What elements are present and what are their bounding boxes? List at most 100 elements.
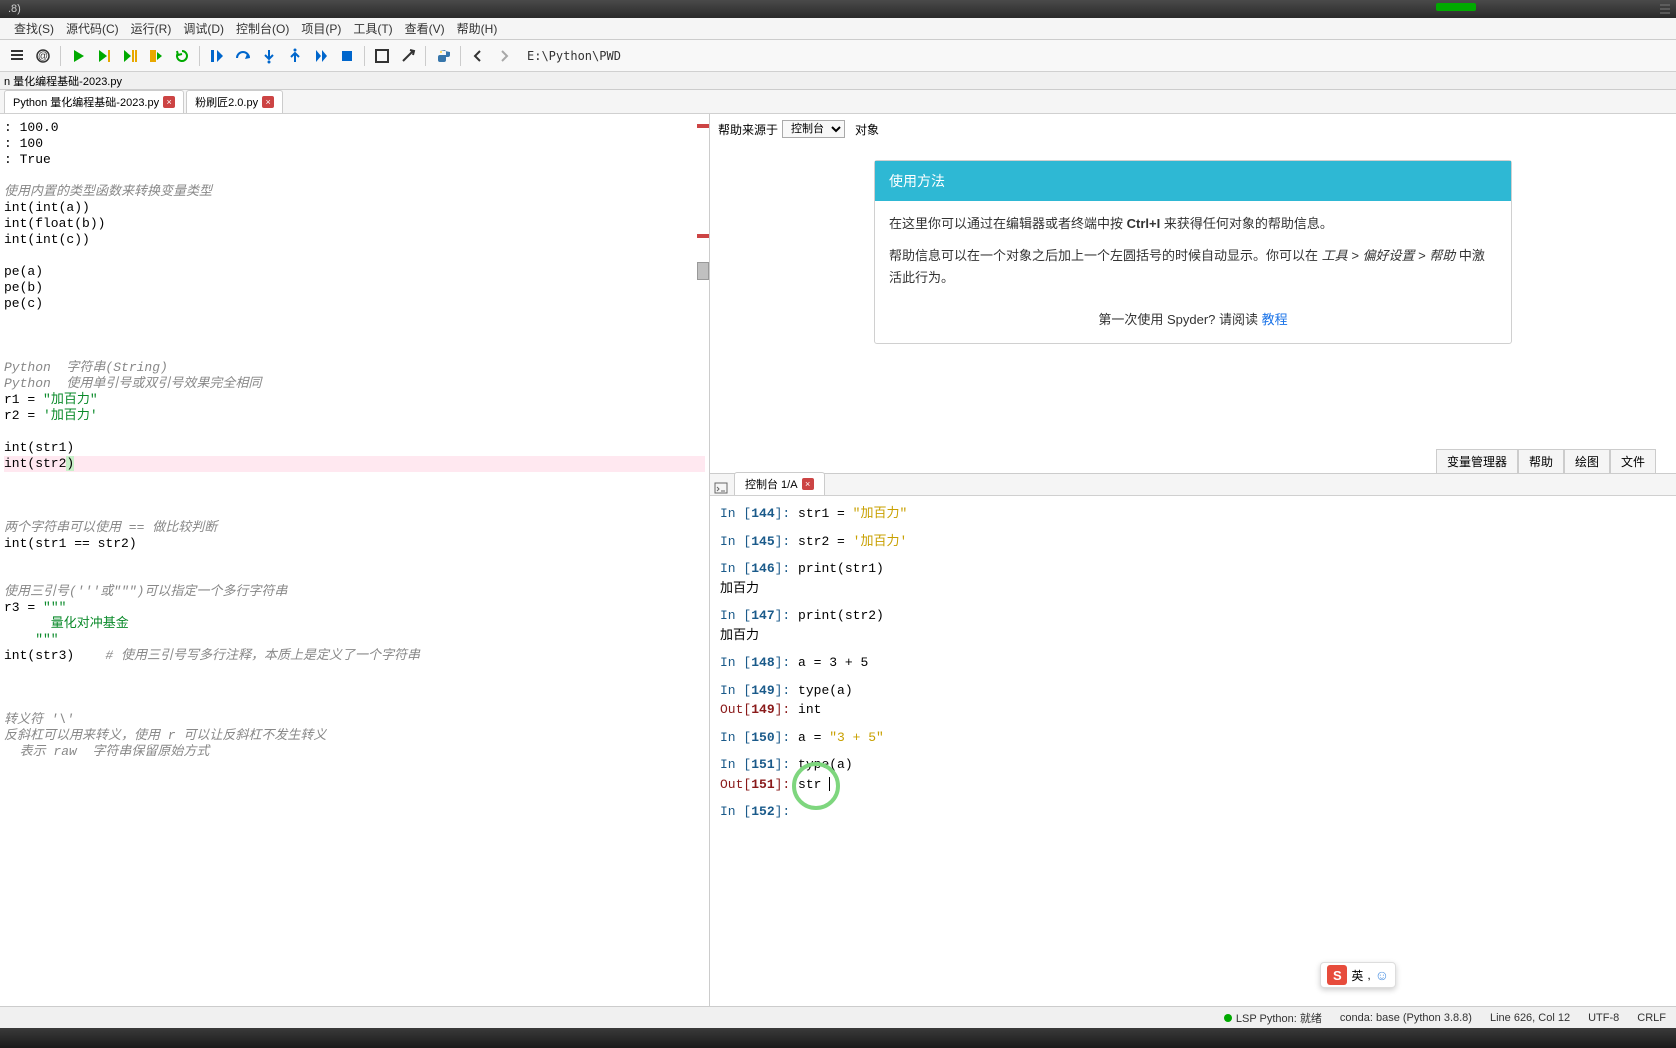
help-source-label: 帮助来源于 — [718, 121, 778, 138]
console-entry: In [151]: type(a) Out[151]: str — [720, 755, 1666, 794]
file-tab-label: 粉刷匠2.0.py — [195, 94, 258, 110]
help-pane-tabs: 变量管理器 帮助 绘图 文件 — [1436, 449, 1656, 473]
right-pane: 帮助来源于 控制台 对象 使用方法 在这里你可以通过在编辑器或者终端中按 Ctr… — [710, 114, 1676, 1030]
toolbar: @ E:\Python\PWD — [0, 40, 1676, 72]
debug-step-icon[interactable] — [206, 45, 228, 67]
menu-debug[interactable]: 调试(D) — [177, 18, 230, 39]
title-progress-indicator — [1436, 3, 1476, 11]
debug-step-into-icon[interactable] — [258, 45, 280, 67]
menubar: 查找(S) 源代码(C) 运行(R) 调试(D) 控制台(O) 项目(P) 工具… — [0, 18, 1676, 40]
settings-icon[interactable] — [397, 45, 419, 67]
python-icon[interactable] — [432, 45, 454, 67]
file-tab-2[interactable]: 粉刷匠2.0.py × — [186, 90, 283, 113]
toolbar-separator — [425, 46, 426, 66]
tab-help[interactable]: 帮助 — [1518, 449, 1564, 473]
run-icon[interactable] — [67, 45, 89, 67]
toolbar-separator — [460, 46, 461, 66]
menu-view[interactable]: 查看(V) — [399, 18, 451, 39]
menu-project[interactable]: 项目(P) — [295, 18, 347, 39]
debug-step-out-icon[interactable] — [284, 45, 306, 67]
code-line: 使用内置的类型函数来转换变量类型 — [4, 184, 705, 200]
console-entry: In [149]: type(a) Out[149]: int — [720, 681, 1666, 720]
code-line — [4, 488, 705, 504]
code-line: : 100 — [4, 136, 705, 152]
menu-find[interactable]: 查找(S) — [8, 18, 60, 39]
run-cell-icon[interactable] — [93, 45, 115, 67]
scroll-error-marker — [697, 124, 709, 128]
code-line — [4, 504, 705, 520]
console-tab-1[interactable]: 控制台 1/A × — [734, 472, 825, 495]
close-icon[interactable]: × — [163, 96, 175, 108]
code-line — [4, 248, 705, 264]
help-source-select[interactable]: 控制台 — [782, 120, 845, 138]
code-line: """ — [4, 632, 705, 648]
debug-continue-icon[interactable] — [310, 45, 332, 67]
menu-source[interactable]: 源代码(C) — [60, 18, 125, 39]
help-path: 工具 > 偏好设置 > 帮助 — [1322, 248, 1456, 263]
code-line: 两个字符串可以使用 == 做比较判断 — [4, 520, 705, 536]
file-tab-label: Python 量化编程基础-2023.py — [13, 94, 159, 110]
code-line: 量化对冲基金 — [4, 616, 705, 632]
code-line: pe(a) — [4, 264, 705, 280]
tab-plots[interactable]: 绘图 — [1564, 449, 1610, 473]
console-entry: In [145]: str2 = '加百力' — [720, 532, 1666, 552]
ime-sep: , — [1367, 968, 1370, 982]
restart-icon[interactable] — [171, 45, 193, 67]
tutorial-link[interactable]: 教程 — [1262, 312, 1288, 327]
console-tabs: 控制台 1/A × — [710, 474, 1676, 496]
close-icon[interactable]: × — [262, 96, 274, 108]
code-line: r2 = '加百力' — [4, 408, 705, 424]
menu-tools[interactable]: 工具(T) — [347, 18, 398, 39]
status-conda[interactable]: conda: base (Python 3.8.8) — [1340, 1012, 1472, 1024]
console-icon[interactable] — [714, 481, 728, 495]
run-selection-icon[interactable] — [145, 45, 167, 67]
ipython-console[interactable]: In [144]: str1 = "加百力" In [145]: str2 = '… — [710, 496, 1676, 1030]
help-text: 来获得任何对象的帮助信息。 — [1160, 216, 1333, 231]
menu-console[interactable]: 控制台(O) — [230, 18, 295, 39]
debug-step-over-icon[interactable] — [232, 45, 254, 67]
help-pane: 帮助来源于 控制台 对象 使用方法 在这里你可以通过在编辑器或者终端中按 Ctr… — [710, 114, 1676, 474]
console-entry: In [148]: a = 3 + 5 — [720, 653, 1666, 673]
run-cell-next-icon[interactable] — [119, 45, 141, 67]
main-split: : 100.0: 100: True使用内置的类型函数来转换变量类型int(in… — [0, 114, 1676, 1030]
title-text: .8) — [8, 3, 21, 15]
toolbar-list-icon[interactable] — [6, 45, 28, 67]
code-line: int(str1 == str2) — [4, 536, 705, 552]
code-line: int(int(c)) — [4, 232, 705, 248]
menu-help[interactable]: 帮助(H) — [451, 18, 504, 39]
code-line: int(int(a)) — [4, 200, 705, 216]
code-line: int(str3) # 使用三引号写多行注释，本质上是定义了一个字符串 — [4, 648, 705, 664]
menu-run[interactable]: 运行(R) — [125, 18, 178, 39]
console-entry: In [144]: str1 = "加百力" — [720, 504, 1666, 524]
help-card-title: 使用方法 — [875, 161, 1511, 201]
file-tab-1[interactable]: Python 量化编程基础-2023.py × — [4, 90, 184, 113]
toolbar-at-icon[interactable]: @ — [32, 45, 54, 67]
code-line: int(float(b)) — [4, 216, 705, 232]
toolbar-separator — [199, 46, 200, 66]
vertical-scroll-thumb[interactable] — [697, 262, 709, 280]
nav-forward-icon[interactable] — [493, 45, 515, 67]
code-editor[interactable]: : 100.0: 100: True使用内置的类型函数来转换变量类型int(in… — [0, 114, 709, 1030]
tab-files[interactable]: 文件 — [1610, 449, 1656, 473]
debug-stop-icon[interactable] — [336, 45, 358, 67]
code-line: 反斜杠可以用来转义，使用 r 可以让反斜杠不发生转义 — [4, 728, 705, 744]
code-line — [4, 680, 705, 696]
help-text: 在这里你可以通过在编辑器或者终端中按 — [889, 216, 1127, 231]
code-line: int(str2) — [4, 456, 705, 472]
code-line — [4, 344, 705, 360]
sogou-logo-icon: S — [1327, 965, 1347, 985]
ime-emoji-icon[interactable]: ☺ — [1375, 967, 1389, 983]
toolbar-separator — [364, 46, 365, 66]
code-line: : 100.0 — [4, 120, 705, 136]
windows-taskbar[interactable] — [0, 1028, 1676, 1048]
code-line — [4, 424, 705, 440]
ime-indicator[interactable]: S 英 , ☺ — [1320, 962, 1396, 988]
status-cursor-pos: Line 626, Col 12 — [1490, 1012, 1570, 1024]
tabs-menu-icon[interactable] — [1658, 2, 1672, 16]
tab-variable-explorer[interactable]: 变量管理器 — [1436, 449, 1518, 473]
console-tab-label: 控制台 1/A — [745, 476, 798, 492]
maximize-icon[interactable] — [371, 45, 393, 67]
status-dot-icon — [1224, 1014, 1232, 1022]
nav-back-icon[interactable] — [467, 45, 489, 67]
close-icon[interactable]: × — [802, 478, 814, 490]
